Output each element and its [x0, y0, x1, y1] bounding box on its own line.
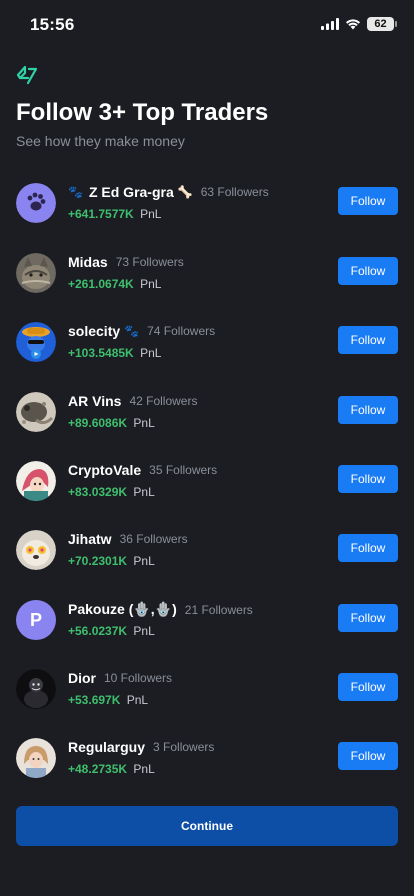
paw-avatar — [16, 183, 56, 223]
trader-row: solecity 🐾 74 Followers +103.5485K PnL F… — [0, 316, 414, 372]
trader-name: Jihatw — [68, 531, 112, 547]
trader-name: AR Vins — [68, 393, 122, 409]
pnl-value: +89.6086K — [68, 416, 128, 430]
page-subtitle: See how they make money — [16, 133, 185, 149]
trader-row: 🐾 Z Ed Gra-gra 🦴 63 Followers +641.7577K… — [0, 177, 414, 233]
trader-name-line: Regularguy 3 Followers — [68, 739, 214, 755]
follow-button[interactable]: Follow — [338, 742, 398, 770]
trader-name-line: Jihatw 36 Followers — [68, 531, 188, 547]
anime-avatar — [16, 461, 56, 501]
trader-followers: 21 Followers — [184, 602, 253, 617]
character-avatar — [16, 322, 56, 362]
trader-followers: 10 Followers — [104, 671, 173, 685]
trader-name-line: Dior 10 Followers — [68, 670, 172, 686]
cellular-signal-icon — [321, 18, 339, 30]
animal-avatar — [16, 392, 56, 432]
trader-name-line: CryptoVale 35 Followers — [68, 462, 217, 478]
pnl-value: +48.2735K — [68, 762, 128, 776]
trader-pnl: +56.0237K PnL — [68, 624, 155, 638]
pnl-unit: PnL — [140, 207, 162, 221]
pnl-unit: PnL — [133, 554, 155, 568]
trader-row: Regularguy 3 Followers +48.2735K PnL Fol… — [0, 732, 414, 788]
pnl-value: +261.0674K — [68, 277, 134, 291]
trader-row: Jihatw 36 Followers +70.2301K PnL Follow — [0, 524, 414, 580]
trader-followers: 42 Followers — [129, 394, 198, 408]
trader-followers: 36 Followers — [119, 532, 188, 546]
trader-row: AR Vins 42 Followers +89.6086K PnL Follo… — [0, 386, 414, 442]
pnl-value: +103.5485K — [68, 346, 134, 360]
dark-avatar — [16, 669, 56, 709]
trader-pnl: +83.0329K PnL — [68, 485, 155, 499]
continue-button[interactable]: Continue — [16, 806, 398, 846]
dog-avatar — [16, 530, 56, 570]
follow-button[interactable]: Follow — [338, 187, 398, 215]
cat-avatar — [16, 253, 56, 293]
trader-name: Dior — [68, 670, 96, 686]
battery-icon: 62 — [367, 17, 397, 31]
paw-prints-icon: 🐾 — [124, 324, 140, 338]
trader-name: solecity — [68, 323, 121, 339]
trader-pnl: +641.7577K PnL — [68, 207, 161, 221]
trader-name: Regularguy — [68, 739, 146, 755]
trader-followers: 35 Followers — [149, 463, 218, 477]
trader-pnl: +48.2735K PnL — [68, 762, 155, 776]
follow-button[interactable]: Follow — [338, 534, 398, 562]
follow-button[interactable]: Follow — [338, 257, 398, 285]
trader-pnl: +261.0674K PnL — [68, 277, 161, 291]
pnl-unit: PnL — [133, 762, 155, 776]
wifi-icon — [346, 19, 360, 30]
trader-followers: 3 Followers — [153, 740, 215, 754]
trader-name-line: AR Vins 42 Followers — [68, 393, 197, 409]
pnl-value: +83.0329K — [68, 485, 128, 499]
trader-name-line: solecity 🐾 74 Followers — [68, 323, 215, 339]
system-icons: 62 — [321, 15, 397, 33]
trader-pnl: +103.5485K PnL — [68, 346, 161, 360]
trader-name-line: Pakouze (🪬,🪬) 21 Followers — [68, 601, 253, 618]
pnl-unit: PnL — [133, 416, 155, 430]
pnl-value: +53.697K — [68, 693, 121, 707]
person-avatar — [16, 738, 56, 778]
follow-button[interactable]: Follow — [338, 465, 398, 493]
trader-name: Midas — [68, 254, 108, 270]
page-title: Follow 3+ Top Traders — [16, 99, 269, 126]
trader-name-line: 🐾 Z Ed Gra-gra 🦴 63 Followers — [68, 184, 269, 200]
trader-name-line: Midas 73 Followers — [68, 254, 184, 270]
pnl-value: +641.7577K — [68, 207, 134, 221]
paw-prints-icon: 🐾 — [68, 185, 83, 199]
pnl-unit: PnL — [140, 346, 162, 360]
pnl-unit: PnL — [140, 277, 162, 291]
trader-pnl: +89.6086K PnL — [68, 416, 155, 430]
follow-button[interactable]: Follow — [338, 604, 398, 632]
pnl-value: +70.2301K — [68, 554, 128, 568]
trader-row: P Pakouze (🪬,🪬) 21 Followers +56.0237K P… — [0, 594, 414, 650]
trader-row: Dior 10 Followers +53.697K PnL Follow — [0, 663, 414, 719]
pnl-unit: PnL — [133, 624, 155, 638]
trader-followers: 73 Followers — [115, 255, 184, 269]
trader-followers: 63 Followers — [200, 185, 269, 199]
trader-name: Pakouze (🪬,🪬) — [68, 601, 177, 617]
trader-followers: 74 Followers — [147, 324, 216, 338]
app-logo-icon — [16, 65, 38, 85]
trader-pnl: +53.697K PnL — [68, 693, 148, 707]
trader-pnl: +70.2301K PnL — [68, 554, 155, 568]
status-bar: 15:56 62 — [0, 0, 414, 48]
pnl-value: +56.0237K — [68, 624, 128, 638]
avatar-letter: P — [29, 609, 42, 630]
trader-row: CryptoVale 35 Followers +83.0329K PnL Fo… — [0, 455, 414, 511]
trader-name: CryptoVale — [68, 462, 142, 478]
status-time: 15:56 — [30, 15, 75, 34]
letter-avatar: P — [16, 600, 56, 640]
follow-button[interactable]: Follow — [338, 396, 398, 424]
pnl-unit: PnL — [126, 693, 149, 707]
follow-button[interactable]: Follow — [338, 326, 398, 354]
bone-icon: 🦴 — [177, 185, 193, 199]
trader-name: Z Ed Gra-gra — [88, 184, 174, 200]
trader-row: Midas 73 Followers +261.0674K PnL Follow — [0, 247, 414, 303]
pnl-unit: PnL — [133, 485, 155, 499]
battery-level: 62 — [374, 18, 387, 30]
follow-button[interactable]: Follow — [338, 673, 398, 701]
